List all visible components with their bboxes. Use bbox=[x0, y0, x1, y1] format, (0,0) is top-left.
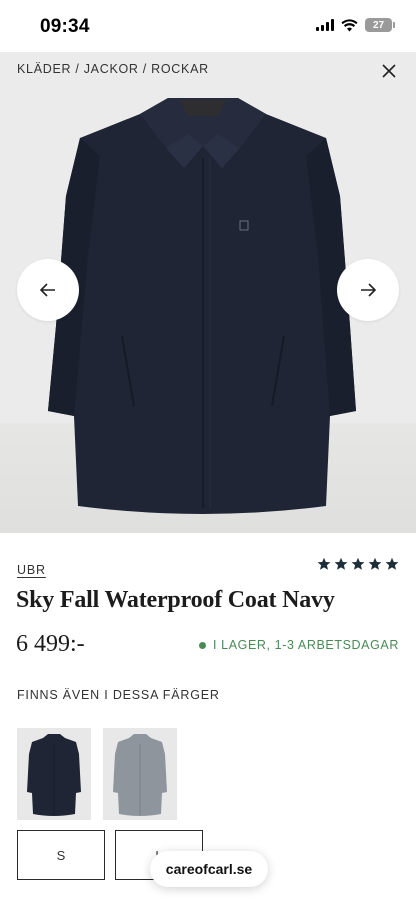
color-swatches bbox=[17, 728, 177, 820]
stock-dot-icon bbox=[199, 641, 207, 649]
star-icon bbox=[334, 557, 348, 570]
product-title: Sky Fall Waterproof Coat Navy bbox=[16, 587, 335, 613]
arrow-right-icon bbox=[361, 283, 377, 297]
size-button-s[interactable]: S bbox=[17, 830, 105, 880]
breadcrumb[interactable]: KLÄDER / JACKOR / ROCKAR bbox=[17, 62, 209, 76]
colors-section-label: FINNS ÄVEN I DESSA FÄRGER bbox=[17, 688, 220, 702]
star-icon bbox=[317, 557, 331, 570]
previous-image-button[interactable] bbox=[17, 259, 79, 321]
wifi-icon bbox=[341, 18, 358, 31]
arrow-left-icon bbox=[39, 283, 55, 297]
close-button[interactable] bbox=[376, 58, 402, 84]
close-icon bbox=[382, 64, 396, 78]
coat-thumbnail-navy bbox=[27, 734, 81, 816]
stock-status-label: I LAGER, 1-3 ARBETSDAGAR bbox=[213, 638, 399, 652]
browser-url-bar[interactable]: careofcarl.se bbox=[150, 851, 268, 887]
status-time: 09:34 bbox=[40, 16, 90, 37]
color-swatch-grey[interactable] bbox=[103, 728, 177, 820]
star-icon bbox=[351, 557, 365, 570]
battery-indicator: 27 bbox=[365, 18, 395, 32]
status-bar: 09:34 27 bbox=[0, 0, 416, 52]
product-image-coat bbox=[48, 98, 356, 514]
brand-link[interactable]: UBR bbox=[17, 563, 46, 577]
star-icon bbox=[385, 557, 399, 570]
stock-status: I LAGER, 1-3 ARBETSDAGAR bbox=[199, 638, 399, 652]
product-rating[interactable] bbox=[317, 557, 399, 571]
product-image-carousel[interactable]: KLÄDER / JACKOR / ROCKAR bbox=[0, 52, 416, 533]
next-image-button[interactable] bbox=[337, 259, 399, 321]
color-swatch-navy[interactable] bbox=[17, 728, 91, 820]
status-icons: 27 bbox=[316, 18, 395, 32]
signal-icon bbox=[316, 19, 334, 31]
coat-thumbnail-grey bbox=[113, 734, 167, 816]
star-icon bbox=[368, 557, 382, 570]
product-price: 6 499:- bbox=[16, 631, 85, 657]
